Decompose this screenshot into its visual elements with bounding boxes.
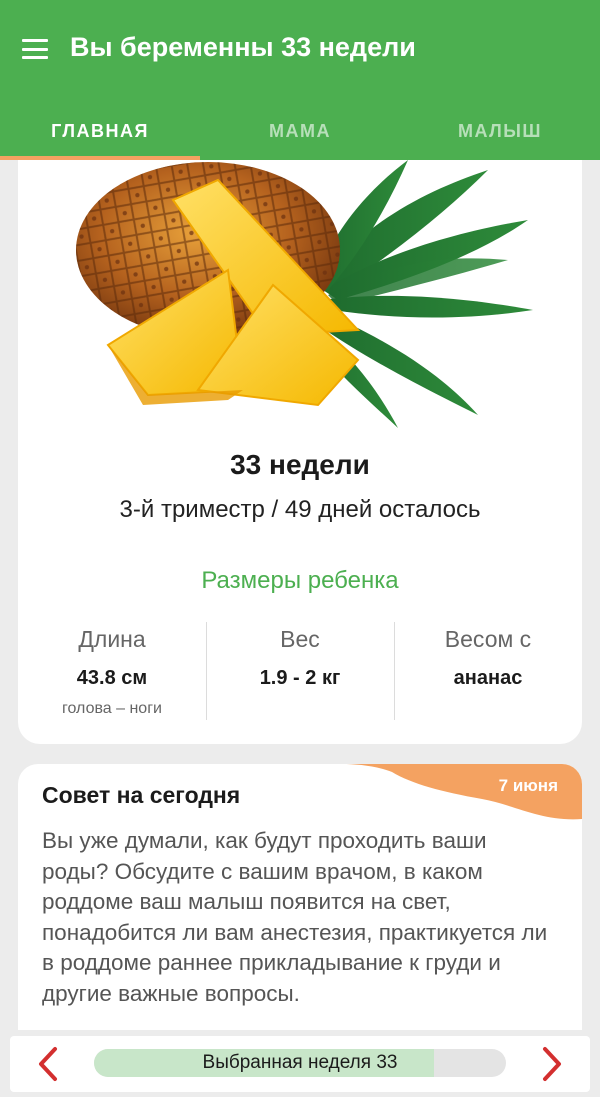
week-selector: Выбранная неделя 33 xyxy=(10,1036,590,1092)
app-title: Вы беременны 33 недели xyxy=(70,32,416,62)
stat-sub: голова – ноги xyxy=(62,700,162,717)
tab-mom[interactable]: МАМА xyxy=(200,100,400,160)
week-title: 33 недели xyxy=(230,449,370,480)
tip-title: Совет на сегодня xyxy=(42,782,241,808)
chevron-right-icon[interactable] xyxy=(532,1044,572,1084)
stat-value: ананас xyxy=(453,667,523,689)
baby-sizes-title: Размеры ребенка xyxy=(201,567,399,594)
week-selector-bar: Выбранная неделя 33 xyxy=(0,1030,600,1097)
stat-length: Длина 43.8 см голова – ноги xyxy=(18,620,206,720)
stat-weight: Вес 1.9 - 2 кг xyxy=(206,620,394,720)
pineapple-image xyxy=(76,160,533,428)
stat-compare: Весом с ананас xyxy=(394,620,582,720)
trimester-info: 3-й триместр / 49 дней осталось xyxy=(119,496,481,523)
chevron-left-icon[interactable] xyxy=(28,1044,68,1084)
baby-size-stats: Длина 43.8 см голова – ноги Вес 1.9 - 2 … xyxy=(18,620,582,720)
tip-text: Вы уже думали, как будут проходить ваши … xyxy=(42,828,548,1006)
daily-tip-card[interactable]: 7 июня Совет на сегодня Вы уже думали, к… xyxy=(18,764,582,1044)
selected-week-label: Выбранная неделя 33 xyxy=(202,1052,398,1073)
app-bar: Вы беременны 33 недели xyxy=(0,0,600,100)
tab-bar: ГЛАВНАЯ МАМА МАЛЫШ xyxy=(0,100,600,160)
tip-date: 7 июня xyxy=(498,776,558,795)
week-summary-card: 33 недели 3-й триместр / 49 дней осталос… xyxy=(18,160,582,744)
menu-icon[interactable] xyxy=(20,36,50,62)
stat-value: 43.8 см xyxy=(76,667,148,689)
tab-baby[interactable]: МАЛЫШ xyxy=(400,100,600,160)
tab-main[interactable]: ГЛАВНАЯ xyxy=(0,100,200,160)
stat-value: 1.9 - 2 кг xyxy=(259,667,341,689)
stat-label: Длина xyxy=(78,626,146,652)
week-progress-track[interactable]: Выбранная неделя 33 xyxy=(94,1049,506,1077)
stat-label: Весом с xyxy=(444,626,532,652)
stat-label: Вес xyxy=(280,626,320,652)
